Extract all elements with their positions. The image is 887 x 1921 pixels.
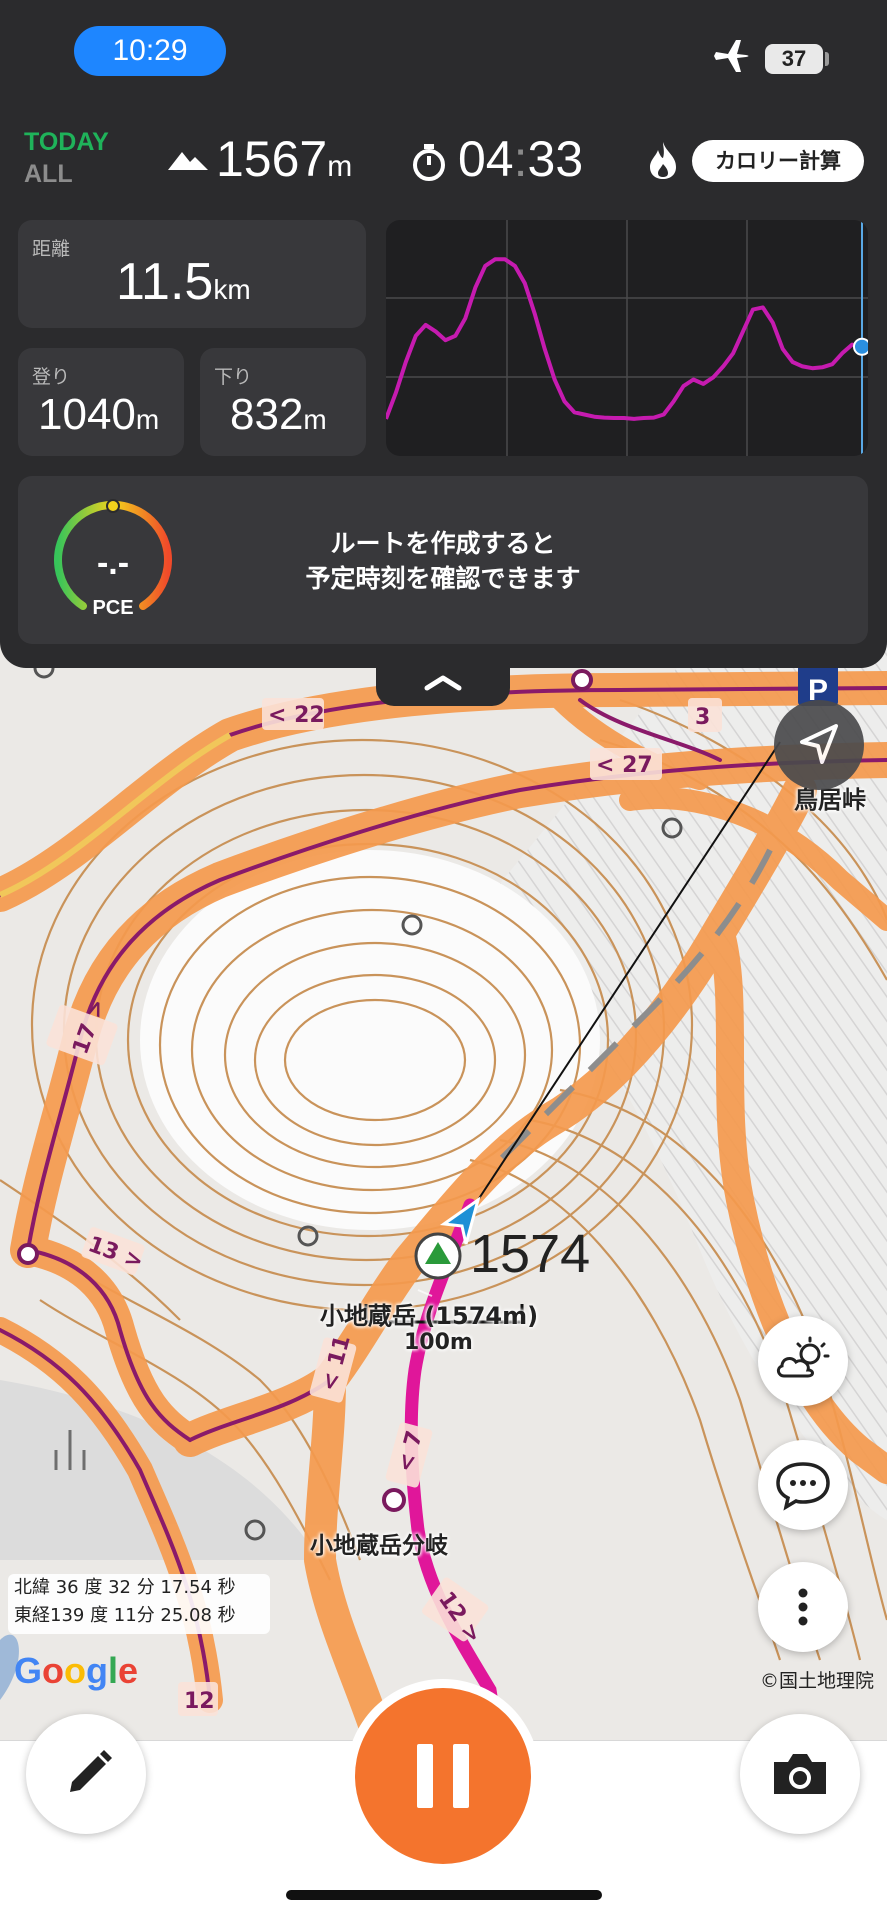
ascent-card: 登り 1040m xyxy=(18,348,184,456)
altitude-unit: m xyxy=(327,150,353,183)
edit-button[interactable] xyxy=(26,1714,146,1834)
pace-gauge-label: PCE xyxy=(92,597,133,619)
pace-message-line1: ルートを作成すると xyxy=(330,529,556,558)
altitude-readout: 1567m xyxy=(216,130,352,188)
distance-value: 11.5 xyxy=(116,253,214,311)
stopwatch-icon xyxy=(413,144,445,181)
elevation-chart-svg xyxy=(386,220,868,456)
weather-cloud-sun-icon xyxy=(776,1336,830,1378)
elevation-chart[interactable] xyxy=(386,220,868,456)
pace-message-line2: 予定時刻を確認できます xyxy=(305,564,581,593)
road-label: 3 xyxy=(695,705,710,730)
comment-button[interactable] xyxy=(758,1440,848,1530)
google-logo: Google xyxy=(14,1650,139,1691)
all-toggle[interactable]: ALL xyxy=(24,160,73,189)
pause-icon xyxy=(417,1744,469,1808)
ascent-label: 登り xyxy=(32,366,71,388)
gsi-attribution: ©国土地理院 xyxy=(760,1670,875,1692)
camera-button[interactable] xyxy=(740,1714,860,1834)
pace-gauge-icon: -.- PCE xyxy=(54,499,172,619)
weather-button[interactable] xyxy=(758,1316,848,1406)
scale-label: 100m xyxy=(404,1330,473,1355)
calorie-calc-button[interactable]: カロリー計算 xyxy=(692,140,864,182)
stats-panel: 10:29 37 TODAY ALL 1567m 04:33 カロリー計算 距離… xyxy=(0,0,887,668)
locate-me-button[interactable] xyxy=(774,700,864,790)
current-position-dot xyxy=(853,337,868,356)
ascent-unit: m xyxy=(135,404,160,435)
descent-card: 下り 832m xyxy=(200,348,366,456)
ascent-value: 1040 xyxy=(38,390,136,439)
elapsed-time: 04:33 xyxy=(458,130,583,188)
navigation-arrow-icon xyxy=(800,724,838,764)
today-toggle[interactable]: TODAY xyxy=(24,128,109,157)
more-vertical-icon xyxy=(798,1588,808,1626)
ascent-readout: 1040m xyxy=(38,390,159,440)
latitude-text: 北緯 36 度 32 分 17.54 秒 xyxy=(14,1577,236,1598)
pencil-icon xyxy=(70,1750,112,1792)
pace-message: ルートを作成すると 予定時刻を確認できます xyxy=(218,526,668,596)
junction-name-label: 小地蔵岳分岐 xyxy=(310,1533,448,1559)
panel-collapse-handle[interactable] xyxy=(376,660,510,706)
longitude-text: 東経139 度 11分 25.08 秒 xyxy=(14,1605,236,1626)
chevron-up-icon xyxy=(424,675,462,691)
distance-label: 距離 xyxy=(32,238,71,260)
road-label: 12 xyxy=(184,1689,215,1714)
descent-value: 832 xyxy=(230,390,304,439)
distance-card: 距離 11.5km xyxy=(18,220,366,328)
summit-elevation: 1574 xyxy=(470,1224,590,1284)
timer-separator: : xyxy=(513,131,528,187)
descent-readout: 832m xyxy=(230,390,327,440)
pace-gauge-value: -.- xyxy=(97,544,129,582)
flame-icon xyxy=(650,142,676,179)
more-options-button[interactable] xyxy=(758,1562,848,1652)
mountain-icon xyxy=(168,152,208,170)
battery-icon: 37 xyxy=(765,44,823,74)
coordinates-box: 北緯 36 度 32 分 17.54 秒 東経139 度 11分 25.08 秒 xyxy=(8,1574,270,1634)
timer-minutes: 33 xyxy=(527,131,584,187)
distance-unit: km xyxy=(213,274,251,305)
airplane-mode-icon xyxy=(714,40,749,72)
descent-unit: m xyxy=(303,404,327,435)
elevation-series-line xyxy=(386,257,863,421)
descent-label: 下り xyxy=(214,366,253,388)
chat-bubble-icon xyxy=(776,1462,830,1511)
battery-tip xyxy=(825,52,829,66)
camera-icon xyxy=(774,1754,826,1794)
pause-recording-button[interactable] xyxy=(355,1688,531,1864)
timer-hours: 04 xyxy=(458,131,514,187)
summit-name-label: 小地蔵岳 (1574m) xyxy=(320,1302,539,1330)
road-label: < 22 xyxy=(268,703,325,728)
distance-readout: 11.5km xyxy=(116,252,251,312)
pace-card[interactable]: -.- PCE ルートを作成すると 予定時刻を確認できます xyxy=(18,476,868,644)
home-indicator xyxy=(286,1890,602,1900)
altitude-value: 1567 xyxy=(216,131,328,187)
status-time: 10:29 xyxy=(74,26,226,76)
road-label: < 27 xyxy=(596,753,653,778)
